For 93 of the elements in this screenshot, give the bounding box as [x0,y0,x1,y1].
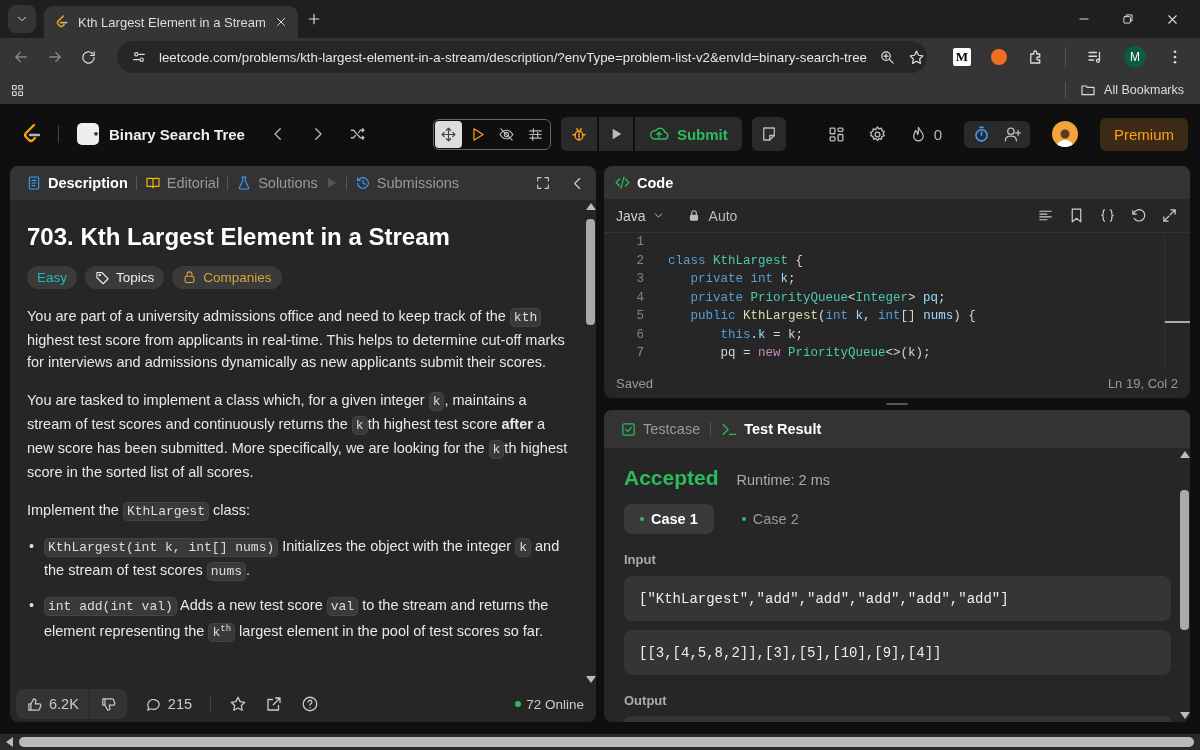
layout-icon[interactable] [826,124,846,144]
reload-icon[interactable] [80,48,97,66]
comments-button[interactable]: 215 [144,695,193,713]
bullet-marker: • [28,537,36,556]
bullet-item: int add(int val) Adds a new test score val to the stream and returns the element representing the k$^{th}$ largest element in the pool of test scores so far. [44,596,550,645]
code-line: private int k; [689,271,796,288]
scrollbar[interactable] [1164,233,1190,368]
bookmarks-folder[interactable]: All Bookmarks [1065,82,1190,98]
online-count: 72 Online [515,696,590,712]
fullscreen-icon[interactable] [535,174,551,191]
input-value: ["KthLargest","add","add","add","add","add"] [624,576,1171,621]
checkbox-icon [620,420,637,438]
line-number: 5 [635,308,645,325]
code-line: public KthLargest(int k, int[] nums) { [689,308,976,325]
description-paragraph: Implement the KthLargest class: [27,501,252,523]
runtime: Runtime: 2 ms [736,472,830,488]
panel-tab[interactable]: Test Result [717,420,826,438]
line-number: 3 [635,271,645,288]
code-icon [614,174,631,191]
star-icon[interactable] [908,48,925,66]
braces-icon[interactable] [1099,207,1116,224]
timer-icon[interactable] [972,124,991,144]
play-icon [327,178,336,188]
book-icon [144,175,161,191]
restore-icon[interactable] [1121,11,1135,26]
section-label: Output [624,693,668,708]
apps-icon[interactable] [10,82,25,98]
address-bar[interactable]: leetcode.com/problems/kth-largest-element-in-a-stream/description/?envType=problem-list-v2&envId=binary-search-tree [117,41,927,73]
sliders-icon [526,125,544,143]
tag-chip[interactable]: Topics [85,266,165,289]
line-number: 4 [635,289,645,307]
share-icon[interactable] [265,695,284,713]
line-number: 6 [635,326,645,344]
reset-icon[interactable] [1130,207,1147,224]
cursor-position: Ln 19, Col 2 [1107,375,1178,391]
problem-title: 703. Kth Largest Element in a Stream [27,222,451,252]
bullet-item: KthLargest(int k, int[] nums) Initializes the object with the integer k and the stream of test scores nums . [44,537,561,583]
panel-tab[interactable]: Testcase [616,420,705,438]
help-icon[interactable] [301,695,320,713]
tab-title: Kth Largest Element in a Stream [78,14,266,30]
case-tab[interactable]: Case 1 [624,504,714,534]
section-label: Input [624,552,657,567]
tag-icon [95,270,110,285]
code-line: class KthLargest { [668,252,804,270]
settings-icon[interactable] [867,124,887,144]
panel-tab[interactable]: Solutions [230,175,324,191]
scrollbar[interactable] [6,734,1194,750]
description-paragraph: You are part of a university admissions office and need to keep track of the kth highest test score from applicants in real-time. This helps to determine cut-off marks for interviews and admissions dynamically as new applicants submit their scores. [27,307,566,372]
premium-button[interactable]: Premium [1100,117,1188,151]
case-tab[interactable]: Case 2 [725,504,815,534]
eye-slash-icon [497,125,515,143]
code-line: this.k = k; [719,326,804,344]
thumbs-up-icon [26,695,43,713]
history-icon [354,175,371,191]
expand-icon[interactable] [1161,207,1178,224]
extension-icon[interactable]: M [953,48,971,66]
panel-tab[interactable]: Submissions [348,175,465,191]
line-number: 2 [635,252,645,270]
extension-icon[interactable] [991,49,1007,65]
profile-avatar[interactable]: M [1124,46,1146,68]
panel-tab[interactable]: Description [20,175,134,191]
line-number: 1 [635,234,645,251]
move-icon [439,125,457,143]
notes-button[interactable] [751,117,786,151]
star-icon[interactable] [229,695,248,713]
bullet-marker: • [28,596,36,615]
folder-icon [1080,82,1097,98]
zoom-icon[interactable] [879,48,896,66]
tag-chip[interactable]: Companies [172,266,282,289]
site-settings-icon [131,49,147,65]
document-icon [26,175,42,191]
auto-mode-toggle[interactable]: Auto [686,207,738,224]
browser-tab[interactable]: Kth Largest Element in a Stream [44,6,298,38]
bug-icon [569,125,588,143]
streak-counter[interactable]: 0 [908,124,942,144]
shuffle-icon[interactable] [348,125,367,143]
panel-title: Code [637,174,674,191]
code-line: private PriorityQueue<Integer> pq; [689,289,946,307]
lock-icon [182,270,198,285]
layout-tool-button[interactable] [434,120,462,148]
thumbs-down-icon [99,695,117,713]
verdict: Accepted [624,466,719,490]
code-line: pq = new PriorityQueue<>(k); [719,345,931,362]
description-paragraph: You are tasked to implement a class which, for a given integer k , maintains a stream of test scores and continuously returns the k th highest test score after a new score has been submitted. More specifically, we are looking for the k th highest score in the sorted list of all scores. [27,391,569,482]
language-dropdown[interactable]: Java [616,207,665,224]
problem-list-link[interactable]: Binary Search Tree [73,119,249,149]
input-value: [[3,[4,5,8,2]],[3],[5],[10],[9],[4]] [624,630,1171,675]
line-number: 7 [635,345,645,362]
save-status: Saved [616,375,653,391]
difficulty-badge: Easy [27,266,77,289]
panel-tab[interactable]: Editorial [138,175,226,191]
leetcode-logo-icon [54,14,70,30]
user-avatar[interactable] [1052,121,1078,147]
